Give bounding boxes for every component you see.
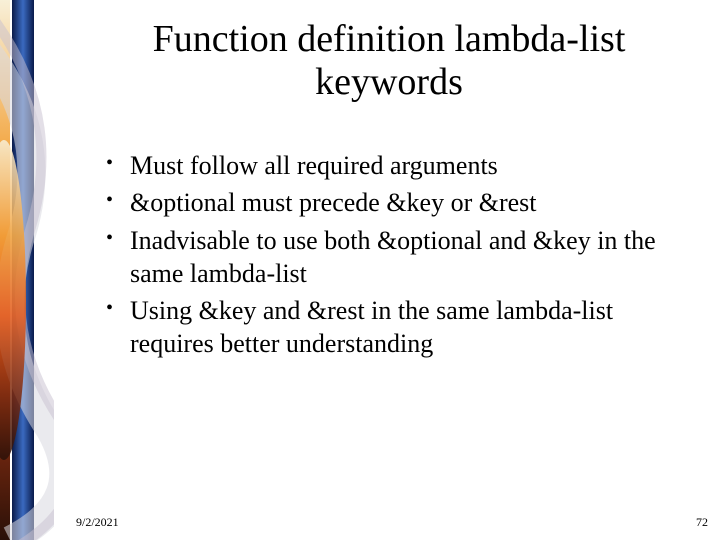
slide-title: Function definition lambda-list keywords — [98, 18, 680, 103]
list-item: &optional must precede &key or &rest — [110, 186, 690, 219]
list-item: Must follow all required arguments — [110, 149, 690, 182]
list-item: Inadvisable to use both &optional and &k… — [110, 224, 690, 291]
bullet-list: Must follow all required arguments &opti… — [88, 149, 690, 361]
bullet-text: Using &key and &rest in the same lambda-… — [130, 296, 613, 358]
footer-date: 9/2/2021 — [76, 515, 119, 530]
bullet-text: Must follow all required arguments — [130, 151, 498, 180]
list-item: Using &key and &rest in the same lambda-… — [110, 294, 690, 361]
sidebar-art — [0, 0, 54, 540]
bullet-text: &optional must precede &key or &rest — [130, 188, 537, 217]
bullet-text: Inadvisable to use both &optional and &k… — [130, 226, 656, 288]
slide-content: Function definition lambda-list keywords… — [54, 0, 720, 540]
decorative-sidebar — [0, 0, 54, 540]
footer-page-number: 72 — [696, 515, 708, 530]
